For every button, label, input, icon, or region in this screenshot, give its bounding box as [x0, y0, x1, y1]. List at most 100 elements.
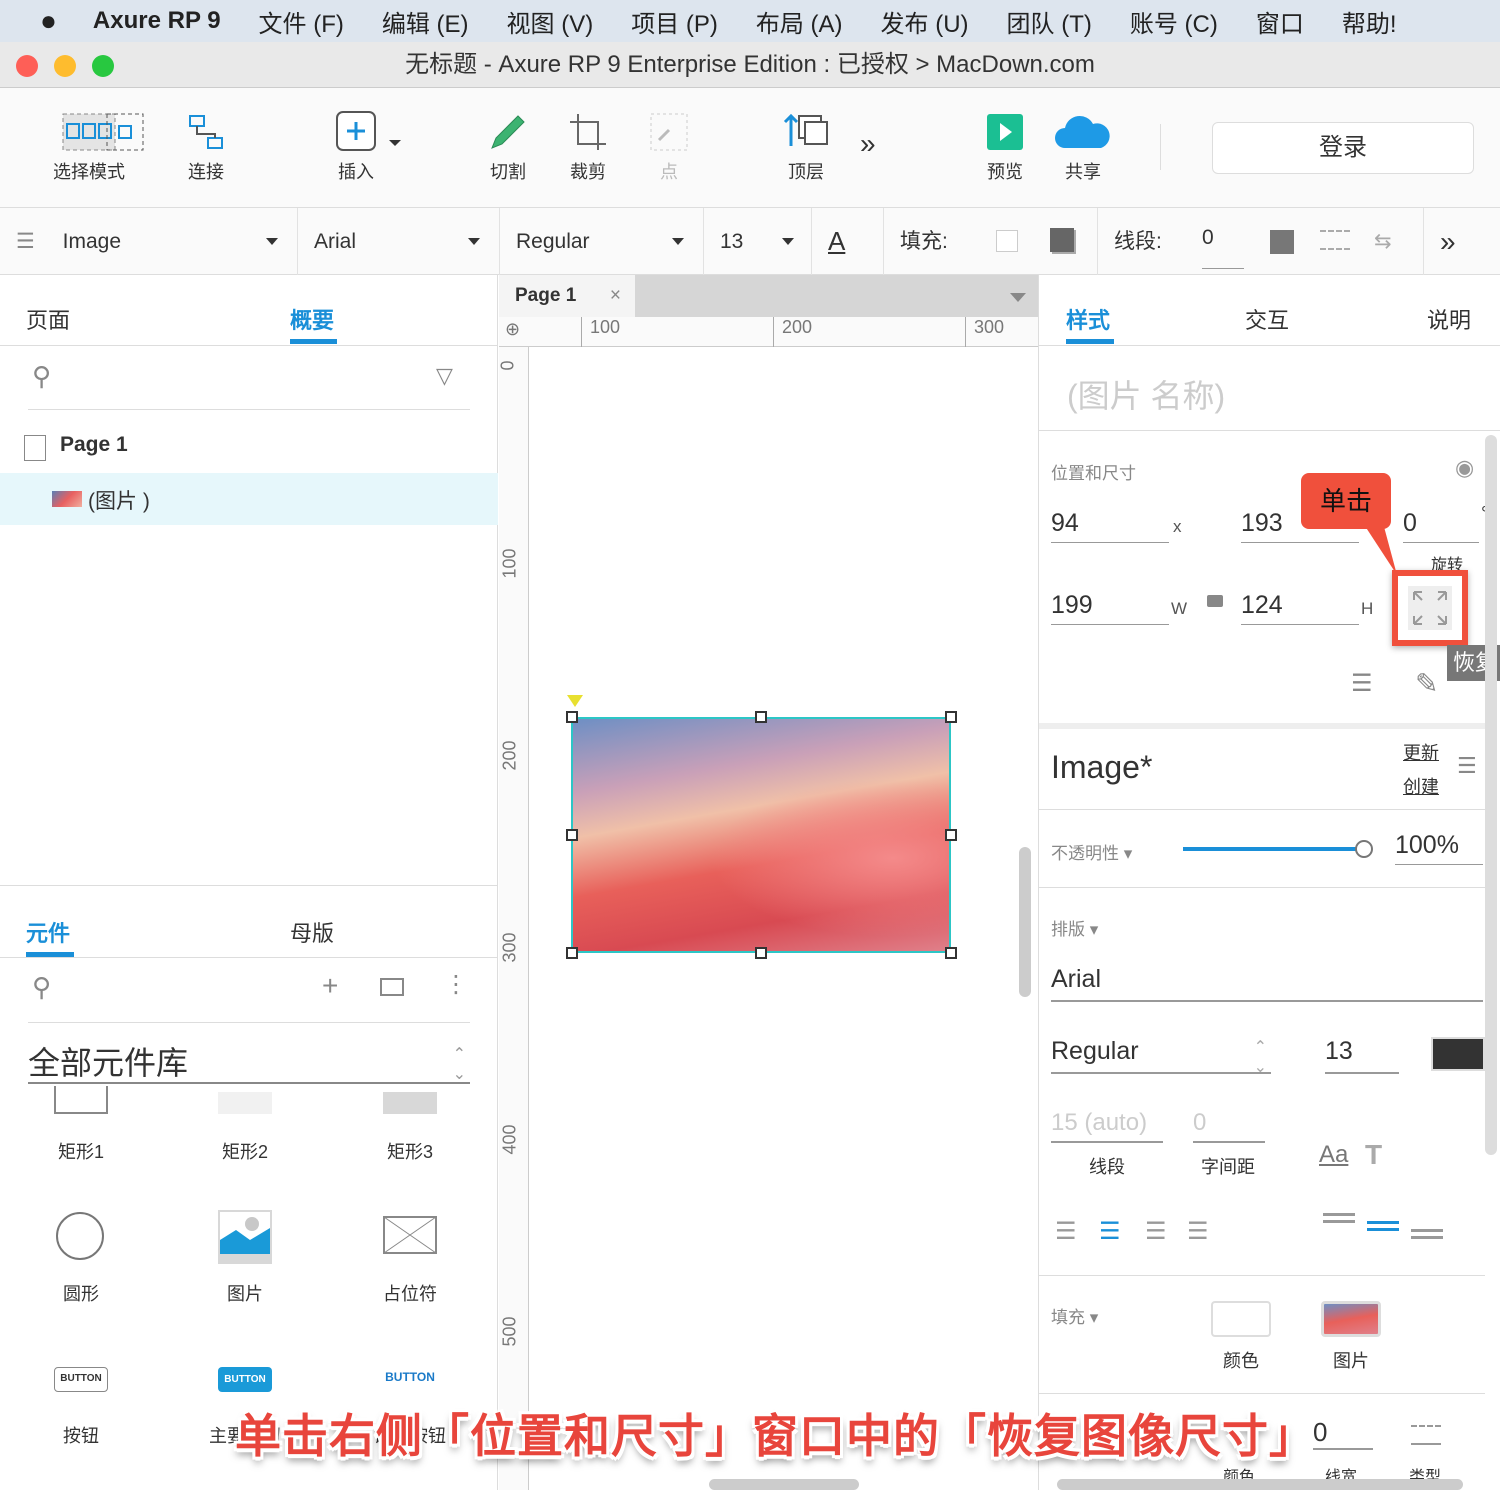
- align-left-icon[interactable]: ☰: [1055, 1217, 1077, 1246]
- vertical-scrollbar[interactable]: [1019, 847, 1031, 997]
- arrow-style-icon[interactable]: ⇆: [1374, 208, 1392, 275]
- share-button[interactable]: 共享: [1052, 106, 1114, 184]
- menu-project[interactable]: 项目 (P): [631, 4, 718, 39]
- font-family-select[interactable]: Arial: [1051, 965, 1483, 1002]
- fill-color-button[interactable]: [1211, 1301, 1271, 1337]
- tab-pages[interactable]: 页面: [26, 303, 70, 335]
- widget-name-input[interactable]: (图片 名称): [1067, 371, 1225, 417]
- rectangle2-widget[interactable]: [218, 1092, 272, 1114]
- menu-view[interactable]: 视图 (V): [507, 4, 594, 39]
- close-tab-icon[interactable]: ×: [610, 275, 621, 317]
- rectangle1-widget[interactable]: [54, 1086, 108, 1114]
- update-style-link[interactable]: 更新: [1403, 739, 1439, 765]
- align-right-icon[interactable]: ☰: [1145, 1217, 1167, 1246]
- lock-icon[interactable]: [1207, 595, 1223, 607]
- rotation-handle-icon[interactable]: [567, 695, 583, 707]
- shadow-swatch[interactable]: [1050, 228, 1074, 252]
- align-center-icon[interactable]: ☰: [1099, 1217, 1121, 1246]
- menu-account[interactable]: 账号 (C): [1130, 4, 1218, 39]
- crop-button[interactable]: 裁剪: [562, 106, 614, 184]
- horizontal-scrollbar[interactable]: [709, 1479, 859, 1490]
- panel-h-scrollbar[interactable]: [1057, 1479, 1463, 1490]
- tab-widgets[interactable]: 元件: [26, 916, 70, 948]
- more-format-icon[interactable]: »: [1424, 208, 1500, 275]
- border-width-input[interactable]: 0: [1313, 1417, 1373, 1450]
- restore-image-size-button[interactable]: [1392, 570, 1468, 646]
- more-options-icon[interactable]: ⋮: [444, 970, 468, 999]
- button-widget[interactable]: BUTTON: [54, 1367, 108, 1392]
- text-transform-icon[interactable]: Aa: [1319, 1141, 1348, 1169]
- line-color-swatch[interactable]: [1270, 230, 1294, 254]
- menu-layout[interactable]: 布局 (A): [756, 4, 843, 39]
- line-pattern-icon[interactable]: [1320, 230, 1350, 250]
- filter-icon[interactable]: ▽: [436, 363, 453, 389]
- connect-button[interactable]: 连接: [178, 106, 234, 184]
- eye-icon[interactable]: ◉: [1455, 455, 1474, 481]
- menu-help[interactable]: 帮助!: [1342, 4, 1397, 39]
- brush-icon[interactable]: ✎: [1415, 667, 1438, 700]
- valign-middle-icon[interactable]: [1367, 1221, 1399, 1231]
- text-shadow-icon[interactable]: T: [1365, 1139, 1382, 1171]
- line-height-input[interactable]: 15 (auto): [1051, 1109, 1163, 1143]
- tab-style[interactable]: 样式: [1066, 303, 1110, 335]
- page-item[interactable]: Page 1: [60, 433, 128, 457]
- menu-window[interactable]: 窗口: [1256, 4, 1304, 39]
- primary-button-widget[interactable]: BUTTON: [218, 1367, 272, 1392]
- minimize-button[interactable]: [54, 55, 76, 77]
- tab-masters[interactable]: 母版: [290, 916, 334, 948]
- menu-team[interactable]: 团队 (T): [1007, 4, 1092, 39]
- zoom-button[interactable]: [92, 55, 114, 77]
- search-icon[interactable]: ⚲: [32, 361, 51, 392]
- rectangle3-widget[interactable]: [383, 1092, 437, 1114]
- close-button[interactable]: [16, 55, 38, 77]
- tab-notes[interactable]: 说明: [1427, 303, 1471, 335]
- more-tools-icon[interactable]: »: [860, 128, 876, 160]
- valign-top-icon[interactable]: [1323, 1213, 1355, 1223]
- apple-icon[interactable]: ●: [40, 5, 57, 37]
- fill-image-button[interactable]: [1321, 1301, 1381, 1337]
- opacity-slider[interactable]: [1183, 847, 1363, 851]
- font-select[interactable]: Arial: [298, 208, 500, 275]
- create-style-link[interactable]: 创建: [1403, 773, 1439, 799]
- point-button[interactable]: 点: [644, 106, 694, 184]
- tab-interactions[interactable]: 交互: [1245, 303, 1289, 335]
- menu-file[interactable]: 文件 (F): [259, 4, 344, 39]
- edit-style-icon[interactable]: ☰: [1457, 753, 1477, 779]
- fill-color-swatch[interactable]: [996, 230, 1018, 252]
- menu-edit[interactable]: 编辑 (E): [382, 4, 469, 39]
- insert-button[interactable]: 插入: [326, 106, 406, 184]
- x-input[interactable]: 94: [1051, 509, 1169, 543]
- font-color-swatch[interactable]: [1431, 1037, 1485, 1071]
- outline-item-selected[interactable]: (图片 ): [0, 473, 498, 525]
- circle-widget[interactable]: [56, 1212, 104, 1260]
- letter-spacing-input[interactable]: 0: [1193, 1109, 1265, 1143]
- image-widget[interactable]: [218, 1210, 272, 1269]
- font-size-input[interactable]: 13: [1325, 1037, 1399, 1074]
- select-box-icon[interactable]: [100, 106, 150, 158]
- selected-image[interactable]: [571, 717, 951, 953]
- add-library-icon[interactable]: +: [322, 970, 338, 1002]
- height-input[interactable]: 124: [1241, 591, 1359, 625]
- line-width-input[interactable]: 0: [1202, 208, 1244, 269]
- top-layer-button[interactable]: 顶层: [780, 106, 832, 184]
- font-weight-select[interactable]: Regular ⌃ ⌄: [1051, 1037, 1271, 1076]
- text-color-icon[interactable]: A: [812, 208, 884, 275]
- library-icon[interactable]: [380, 978, 404, 996]
- valign-bottom-icon[interactable]: [1411, 1229, 1443, 1239]
- adjust-icon[interactable]: ☰: [1351, 669, 1373, 698]
- panel-scrollbar[interactable]: [1485, 435, 1497, 1155]
- link-button-widget[interactable]: BUTTON: [380, 1370, 440, 1384]
- cut-button[interactable]: 切割: [482, 106, 534, 184]
- menu-publish[interactable]: 发布 (U): [881, 4, 969, 39]
- opacity-slider-handle[interactable]: [1355, 840, 1373, 858]
- tab-page1[interactable]: Page 1 ×: [499, 275, 635, 317]
- tabs-dropdown-icon[interactable]: [1010, 293, 1026, 302]
- justify-icon[interactable]: ☰: [1187, 1217, 1209, 1246]
- width-input[interactable]: 199: [1051, 591, 1169, 625]
- placeholder-widget[interactable]: [383, 1216, 437, 1259]
- rotation-input[interactable]: 0°: [1403, 503, 1489, 543]
- style-select[interactable]: ☰ Image: [0, 208, 298, 275]
- size-select[interactable]: 13: [704, 208, 812, 275]
- opacity-input[interactable]: 100%: [1395, 831, 1483, 865]
- login-button[interactable]: 登录: [1212, 122, 1474, 174]
